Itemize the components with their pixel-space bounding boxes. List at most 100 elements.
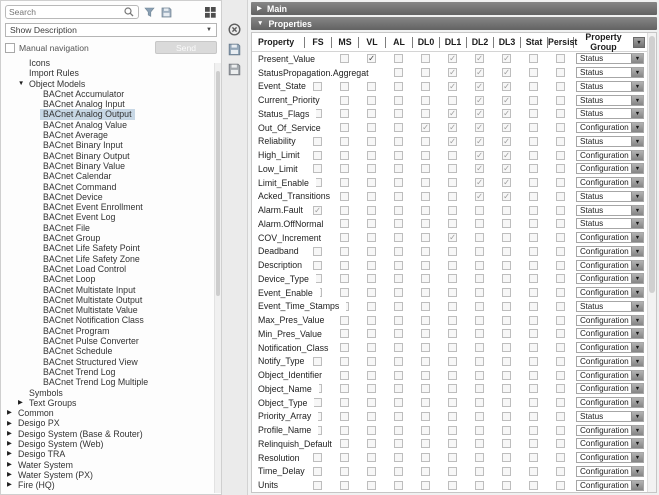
checkbox-dl1[interactable] (448, 96, 457, 105)
checkbox-dl1[interactable] (448, 467, 457, 476)
checkbox-ms[interactable] (340, 467, 349, 476)
tree-item[interactable]: BACnet File (1, 223, 221, 233)
property-group-select[interactable]: Configuration▼ (576, 342, 644, 353)
dropdown-arrow-icon[interactable]: ▼ (631, 439, 643, 448)
checkbox-dl1[interactable]: ✓ (448, 82, 457, 91)
checkbox-ms[interactable] (340, 178, 349, 187)
dropdown-arrow-icon[interactable]: ▼ (631, 343, 643, 352)
checkbox-fs[interactable] (313, 137, 322, 146)
tree-expander-closed-icon[interactable]: ▶ (7, 439, 15, 449)
checkbox-dl0[interactable] (421, 206, 430, 215)
tree-expander-closed-icon[interactable]: ▶ (7, 449, 15, 459)
dropdown-arrow-icon[interactable]: ▼ (631, 96, 643, 105)
checkbox-dl3[interactable] (502, 453, 511, 462)
checkbox-dl3[interactable]: ✓ (502, 137, 511, 146)
tree-item[interactable]: BACnet Trend Log (1, 367, 221, 377)
search-input[interactable] (9, 7, 122, 17)
checkbox-vl[interactable] (367, 261, 376, 270)
checkbox-stat[interactable] (529, 178, 538, 187)
property-group-select[interactable]: Configuration▼ (576, 356, 644, 367)
dropdown-arrow-icon[interactable]: ▼ (631, 109, 643, 118)
checkbox-dl0[interactable] (421, 82, 430, 91)
tree-item[interactable]: BACnet Analog Value (1, 120, 221, 130)
checkbox-ms[interactable] (340, 412, 349, 421)
dropdown-arrow-icon[interactable]: ▼ (631, 151, 643, 160)
checkbox-al[interactable] (394, 68, 403, 77)
checkbox-dl3[interactable]: ✓ (502, 82, 511, 91)
dropdown-arrow-icon[interactable]: ▼ (631, 384, 643, 393)
property-group-select[interactable]: Status▼ (576, 95, 644, 106)
tree-item[interactable]: BACnet Event Log (1, 212, 221, 222)
tree-item[interactable]: BACnet Analog Input (1, 99, 221, 109)
save-as-icon[interactable] (227, 62, 242, 77)
property-group-select[interactable]: Configuration▼ (576, 177, 644, 188)
property-group-select[interactable]: Status▼ (576, 205, 644, 216)
dropdown-arrow-icon[interactable]: ▼ (631, 371, 643, 380)
tree-item[interactable]: BACnet Binary Input (1, 140, 221, 150)
tree-item[interactable]: BACnet Group (1, 233, 221, 243)
checkbox-persist[interactable] (556, 453, 565, 462)
property-group-select[interactable]: Configuration▼ (576, 480, 644, 491)
checkbox-dl3[interactable]: ✓ (502, 68, 511, 77)
checkbox-al[interactable] (394, 343, 403, 352)
save-icon[interactable] (160, 6, 173, 19)
checkbox-dl1[interactable] (448, 288, 457, 297)
tree-expander-closed-icon[interactable]: ▶ (18, 398, 26, 408)
checkbox-vl[interactable] (367, 206, 376, 215)
checkbox-dl3[interactable] (502, 288, 511, 297)
tree-item[interactable]: BACnet Notification Class (1, 315, 221, 325)
checkbox-fs[interactable]: ✓ (313, 206, 322, 215)
checkbox-stat[interactable] (529, 123, 538, 132)
checkbox-dl2[interactable] (475, 467, 484, 476)
tree-item[interactable]: BACnet Schedule (1, 346, 221, 356)
checkbox-vl[interactable] (367, 467, 376, 476)
checkbox-stat[interactable] (529, 137, 538, 146)
checkbox-fs[interactable] (313, 247, 322, 256)
checkbox-dl2[interactable] (475, 247, 484, 256)
checkbox-dl1[interactable] (448, 371, 457, 380)
checkbox-dl2[interactable]: ✓ (475, 164, 484, 173)
checkbox-dl2[interactable] (475, 384, 484, 393)
checkbox-stat[interactable] (529, 481, 538, 490)
checkbox-dl3[interactable] (502, 384, 511, 393)
tree-item[interactable]: ▶Desigo TRA (1, 449, 221, 459)
close-icon[interactable] (227, 22, 242, 37)
tree-item[interactable]: BACnet Multistate Value (1, 305, 221, 315)
checkbox-stat[interactable] (529, 384, 538, 393)
property-group-select[interactable]: Configuration▼ (576, 260, 644, 271)
checkbox-al[interactable] (394, 371, 403, 380)
checkbox-ms[interactable] (340, 384, 349, 393)
checkbox-dl2[interactable]: ✓ (475, 192, 484, 201)
checkbox-dl3[interactable] (502, 371, 511, 380)
tree-item[interactable]: ▶Text Groups (1, 398, 221, 408)
checkbox-stat[interactable] (529, 316, 538, 325)
checkbox-al[interactable] (394, 426, 403, 435)
checkbox-vl[interactable] (367, 343, 376, 352)
checkbox-dl1[interactable] (448, 316, 457, 325)
checkbox-dl1[interactable]: ✓ (448, 137, 457, 146)
property-group-select[interactable]: Configuration▼ (576, 150, 644, 161)
description-mode-dropdown[interactable]: Show Description ▼ (5, 23, 217, 37)
checkbox-dl1[interactable] (448, 151, 457, 160)
checkbox-al[interactable] (394, 164, 403, 173)
checkbox-dl2[interactable] (475, 329, 484, 338)
dropdown-arrow-icon[interactable]: ▼ (631, 288, 643, 297)
checkbox-fs[interactable] (313, 467, 322, 476)
checkbox-stat[interactable] (529, 261, 538, 270)
checkbox-dl1[interactable] (448, 412, 457, 421)
checkbox-stat[interactable] (529, 164, 538, 173)
checkbox-stat[interactable] (529, 68, 538, 77)
dropdown-arrow-icon[interactable]: ▼ (631, 261, 643, 270)
tree-item[interactable]: BACnet Pulse Converter (1, 336, 221, 346)
checkbox-vl[interactable] (367, 453, 376, 462)
tree-item[interactable]: BACnet Command (1, 182, 221, 192)
checkbox-vl[interactable] (367, 219, 376, 228)
checkbox-dl0[interactable] (421, 481, 430, 490)
checkbox-ms[interactable] (340, 274, 349, 283)
checkbox-al[interactable] (394, 206, 403, 215)
checkbox-dl1[interactable]: ✓ (448, 68, 457, 77)
checkbox-dl2[interactable] (475, 274, 484, 283)
section-header-properties[interactable]: ▼ Properties (251, 17, 657, 30)
dropdown-arrow-icon[interactable]: ▼ (631, 137, 643, 146)
tree-expander-closed-icon[interactable]: ▶ (7, 460, 15, 470)
